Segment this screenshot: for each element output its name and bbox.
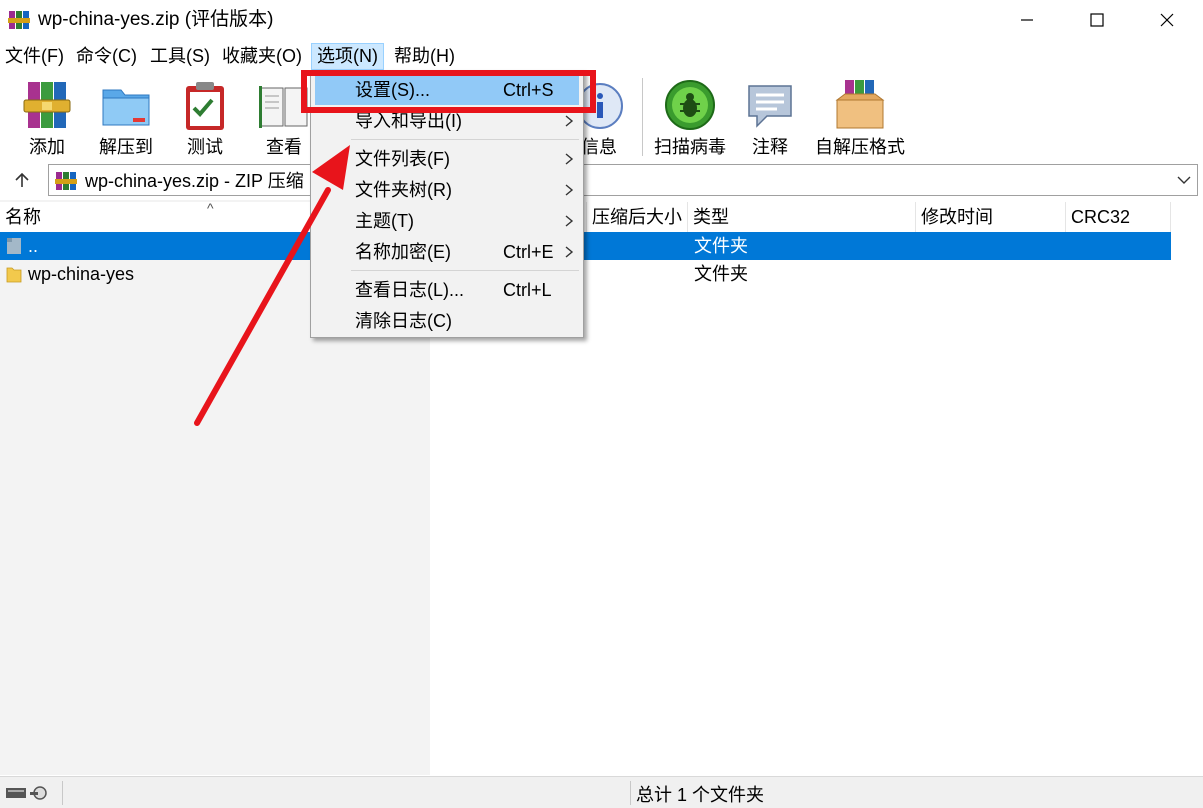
title-bar: wp-china-yes.zip (评估版本) (0, 0, 1203, 40)
minimize-icon (1021, 19, 1033, 21)
sfx-button[interactable]: 自解压格式 (812, 76, 908, 160)
menu-help[interactable]: 帮助(H) (389, 43, 460, 70)
column-modified-header[interactable]: 修改时间 (916, 202, 1066, 232)
status-separator (630, 781, 631, 805)
column-crc-header[interactable]: CRC32 (1066, 202, 1171, 232)
view-label: 查看 (266, 137, 302, 157)
menu-item-label: 清除日志(C) (355, 311, 452, 331)
menu-item-folder-tree[interactable]: 文件夹树(R) (315, 175, 579, 205)
chevron-right-icon (565, 246, 574, 258)
menu-bar: 文件(F) 命令(C) 工具(S) 收藏夹(O) 选项(N) 帮助(H) (0, 40, 1203, 72)
maximize-button[interactable] (1062, 0, 1132, 40)
scan-virus-label: 扫描病毒 (654, 137, 726, 157)
window-title: wp-china-yes.zip (评估版本) (38, 9, 274, 30)
path-text: wp-china-yes.zip - ZIP 压缩 (85, 171, 304, 191)
comment-button[interactable]: 注释 (742, 76, 798, 160)
zip-archive-icon (55, 172, 77, 190)
menu-commands[interactable]: 命令(C) (71, 43, 142, 70)
folder-extract-icon (102, 89, 150, 126)
column-packed-header[interactable]: 压缩后大小 (587, 202, 688, 232)
minimize-button[interactable] (992, 0, 1062, 40)
test-button[interactable]: 测试 (176, 76, 234, 160)
file-type: 文件夹 (694, 236, 748, 256)
file-type: 文件夹 (694, 264, 748, 284)
menu-item-label: 名称加密(E) (355, 242, 451, 262)
file-name: wp-china-yes (28, 264, 135, 284)
menu-item-file-list[interactable]: 文件列表(F) (315, 144, 579, 174)
toolbar-separator (642, 78, 643, 156)
menu-tools[interactable]: 工具(S) (145, 43, 215, 70)
menu-item-label: 主题(T) (355, 211, 414, 231)
status-summary: 总计 1 个文件夹 (636, 785, 765, 805)
parent-folder-icon (7, 238, 21, 254)
column-type-header[interactable]: 类型 (688, 202, 916, 232)
menu-file[interactable]: 文件(F) (0, 43, 69, 70)
sfx-label: 自解压格式 (815, 137, 905, 157)
menu-favorites[interactable]: 收藏夹(O) (217, 43, 307, 70)
status-separator (62, 781, 63, 805)
test-label: 测试 (187, 137, 223, 157)
menu-item-shortcut: Ctrl+L (503, 280, 552, 300)
add-label: 添加 (29, 137, 65, 157)
close-icon (1160, 13, 1174, 27)
chevron-right-icon (565, 115, 574, 127)
menu-item-view-log[interactable]: 查看日志(L)... Ctrl+L (315, 275, 579, 305)
arrow-up-icon (15, 172, 29, 187)
extract-to-button[interactable]: 解压到 (92, 76, 160, 160)
bug-scan-icon (665, 80, 715, 130)
sfx-box-icon (835, 80, 885, 129)
menu-separator (351, 139, 579, 140)
path-combobox[interactable]: wp-china-yes.zip - ZIP 压缩 (48, 164, 1198, 196)
menu-item-name-encrypt[interactable]: 名称加密(E) Ctrl+E (315, 237, 579, 267)
menu-item-clear-log[interactable]: 清除日志(C) (315, 306, 579, 336)
archive-books-icon (23, 82, 71, 128)
chevron-right-icon (565, 153, 574, 165)
up-folder-button[interactable] (8, 168, 36, 192)
toolbar: 添加 解压到 测试 查看 信息 扫描病毒 注释 自解压格式 (0, 72, 1203, 162)
comment-label: 注释 (752, 137, 788, 157)
menu-item-shortcut: Ctrl+E (503, 242, 554, 262)
menu-item-label: 文件夹树(R) (355, 180, 452, 200)
scan-virus-button[interactable]: 扫描病毒 (650, 76, 730, 160)
chevron-right-icon (565, 215, 574, 227)
clipboard-check-icon (186, 82, 224, 130)
close-button[interactable] (1132, 0, 1202, 40)
menu-item-label: 查看日志(L)... (355, 280, 465, 300)
menu-options[interactable]: 选项(N) (311, 43, 384, 70)
table-row[interactable]: wp-china-yes 文件夹 (0, 260, 1171, 288)
winrar-app-icon (8, 11, 30, 29)
file-name: .. (28, 236, 39, 256)
maximize-icon (1090, 13, 1104, 27)
menu-item-theme[interactable]: 主题(T) (315, 206, 579, 236)
folder-icon (6, 267, 22, 283)
extract-to-label: 解压到 (99, 137, 153, 157)
annotation-highlight-box (301, 70, 596, 113)
status-bar: 总计 1 个文件夹 (0, 776, 1203, 808)
chevron-right-icon (565, 184, 574, 196)
address-bar: wp-china-yes.zip - ZIP 压缩 (0, 162, 1203, 198)
speech-bubble-icon (748, 85, 792, 128)
drive-key-icon (6, 786, 47, 800)
menu-separator (351, 270, 579, 271)
chevron-down-icon[interactable] (1175, 171, 1193, 189)
table-row[interactable]: .. 文件夹 (0, 232, 1171, 260)
add-button[interactable]: 添加 (14, 76, 80, 160)
sort-ascending-icon: ^ (207, 200, 214, 216)
menu-item-label: 文件列表(F) (355, 149, 450, 169)
